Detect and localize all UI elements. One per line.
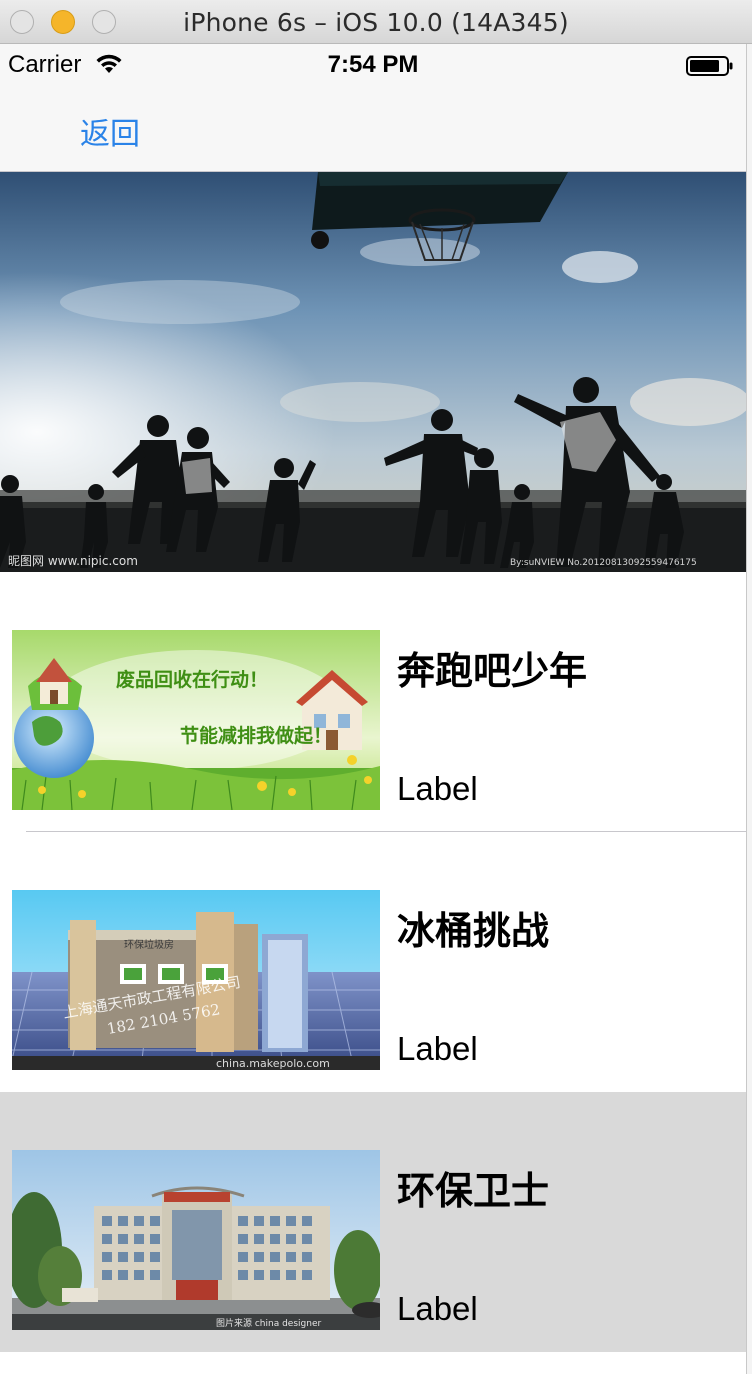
cell-title: 奔跑吧少年 <box>397 649 588 693</box>
table-row[interactable]: 废品回收在行动！ 节能减排我做起！ 奔跑吧少年 Label <box>0 572 746 832</box>
navigation-bar: 返回 <box>0 84 746 172</box>
table-row[interactable]: 图片来源 china designer 环保卫士 Label <box>0 1092 746 1352</box>
basketball-silhouette-photo: 昵图网 www.nipic.com By:suNVIEW No.20120813… <box>0 172 746 572</box>
cell-subtitle: Label <box>397 770 478 807</box>
status-time: 7:54 PM <box>327 51 419 78</box>
simulator-window: iPhone 6s – iOS 10.0 (14A345) Carrier 7:… <box>0 0 752 1374</box>
cell-image: 废品回收在行动！ 节能减排我做起！ <box>12 630 380 810</box>
recycling-banner-photo: 废品回收在行动！ 节能减排我做起！ <box>12 630 380 810</box>
svg-text:环保垃圾房: 环保垃圾房 <box>124 938 174 951</box>
window-right-edge <box>746 44 752 1374</box>
cell-subtitle: Label <box>397 1290 478 1327</box>
status-bar: Carrier 7:54 PM <box>0 44 746 84</box>
back-button[interactable]: 返回 <box>80 109 140 153</box>
kiosk-building-photo: 环保垃圾房 上海通天市政工程有限公司 182 2104 5762 china.m… <box>12 890 380 1070</box>
hero-image: 昵图网 www.nipic.com By:suNVIEW No.20120813… <box>0 172 746 572</box>
window-title: iPhone 6s – iOS 10.0 (14A345) <box>183 8 569 37</box>
watermark-site: china.makepolo.com <box>216 1057 330 1070</box>
cell-title: 环保卫士 <box>397 1169 550 1213</box>
cell-title: 冰桶挑战 <box>397 909 550 953</box>
cell-subtitle: Label <box>397 1030 478 1067</box>
banner-text-1: 废品回收在行动！ <box>116 668 268 691</box>
cell-image: 图片来源 china designer <box>12 1150 380 1330</box>
hero-watermark-right: By:suNVIEW No.20120813092559476175 <box>510 558 697 568</box>
window-titlebar: iPhone 6s – iOS 10.0 (14A345) <box>0 0 752 44</box>
banner-text-2: 节能减排我做起！ <box>180 724 332 747</box>
office-building-photo: 图片来源 china designer <box>12 1150 380 1330</box>
photo-credit: 图片来源 china designer <box>216 1317 321 1329</box>
hero-watermark-left: 昵图网 www.nipic.com <box>8 554 138 568</box>
table-view[interactable]: 废品回收在行动！ 节能减排我做起！ 奔跑吧少年 Label 环保垃圾房 上海通天… <box>0 572 746 1352</box>
table-row[interactable]: 环保垃圾房 上海通天市政工程有限公司 182 2104 5762 china.m… <box>0 832 746 1092</box>
phone-screen: Carrier 7:54 PM 返回 昵图网 www.nipic.com By:… <box>0 44 746 1374</box>
cell-image: 环保垃圾房 上海通天市政工程有限公司 182 2104 5762 china.m… <box>12 890 380 1070</box>
battery-icon <box>686 56 733 76</box>
